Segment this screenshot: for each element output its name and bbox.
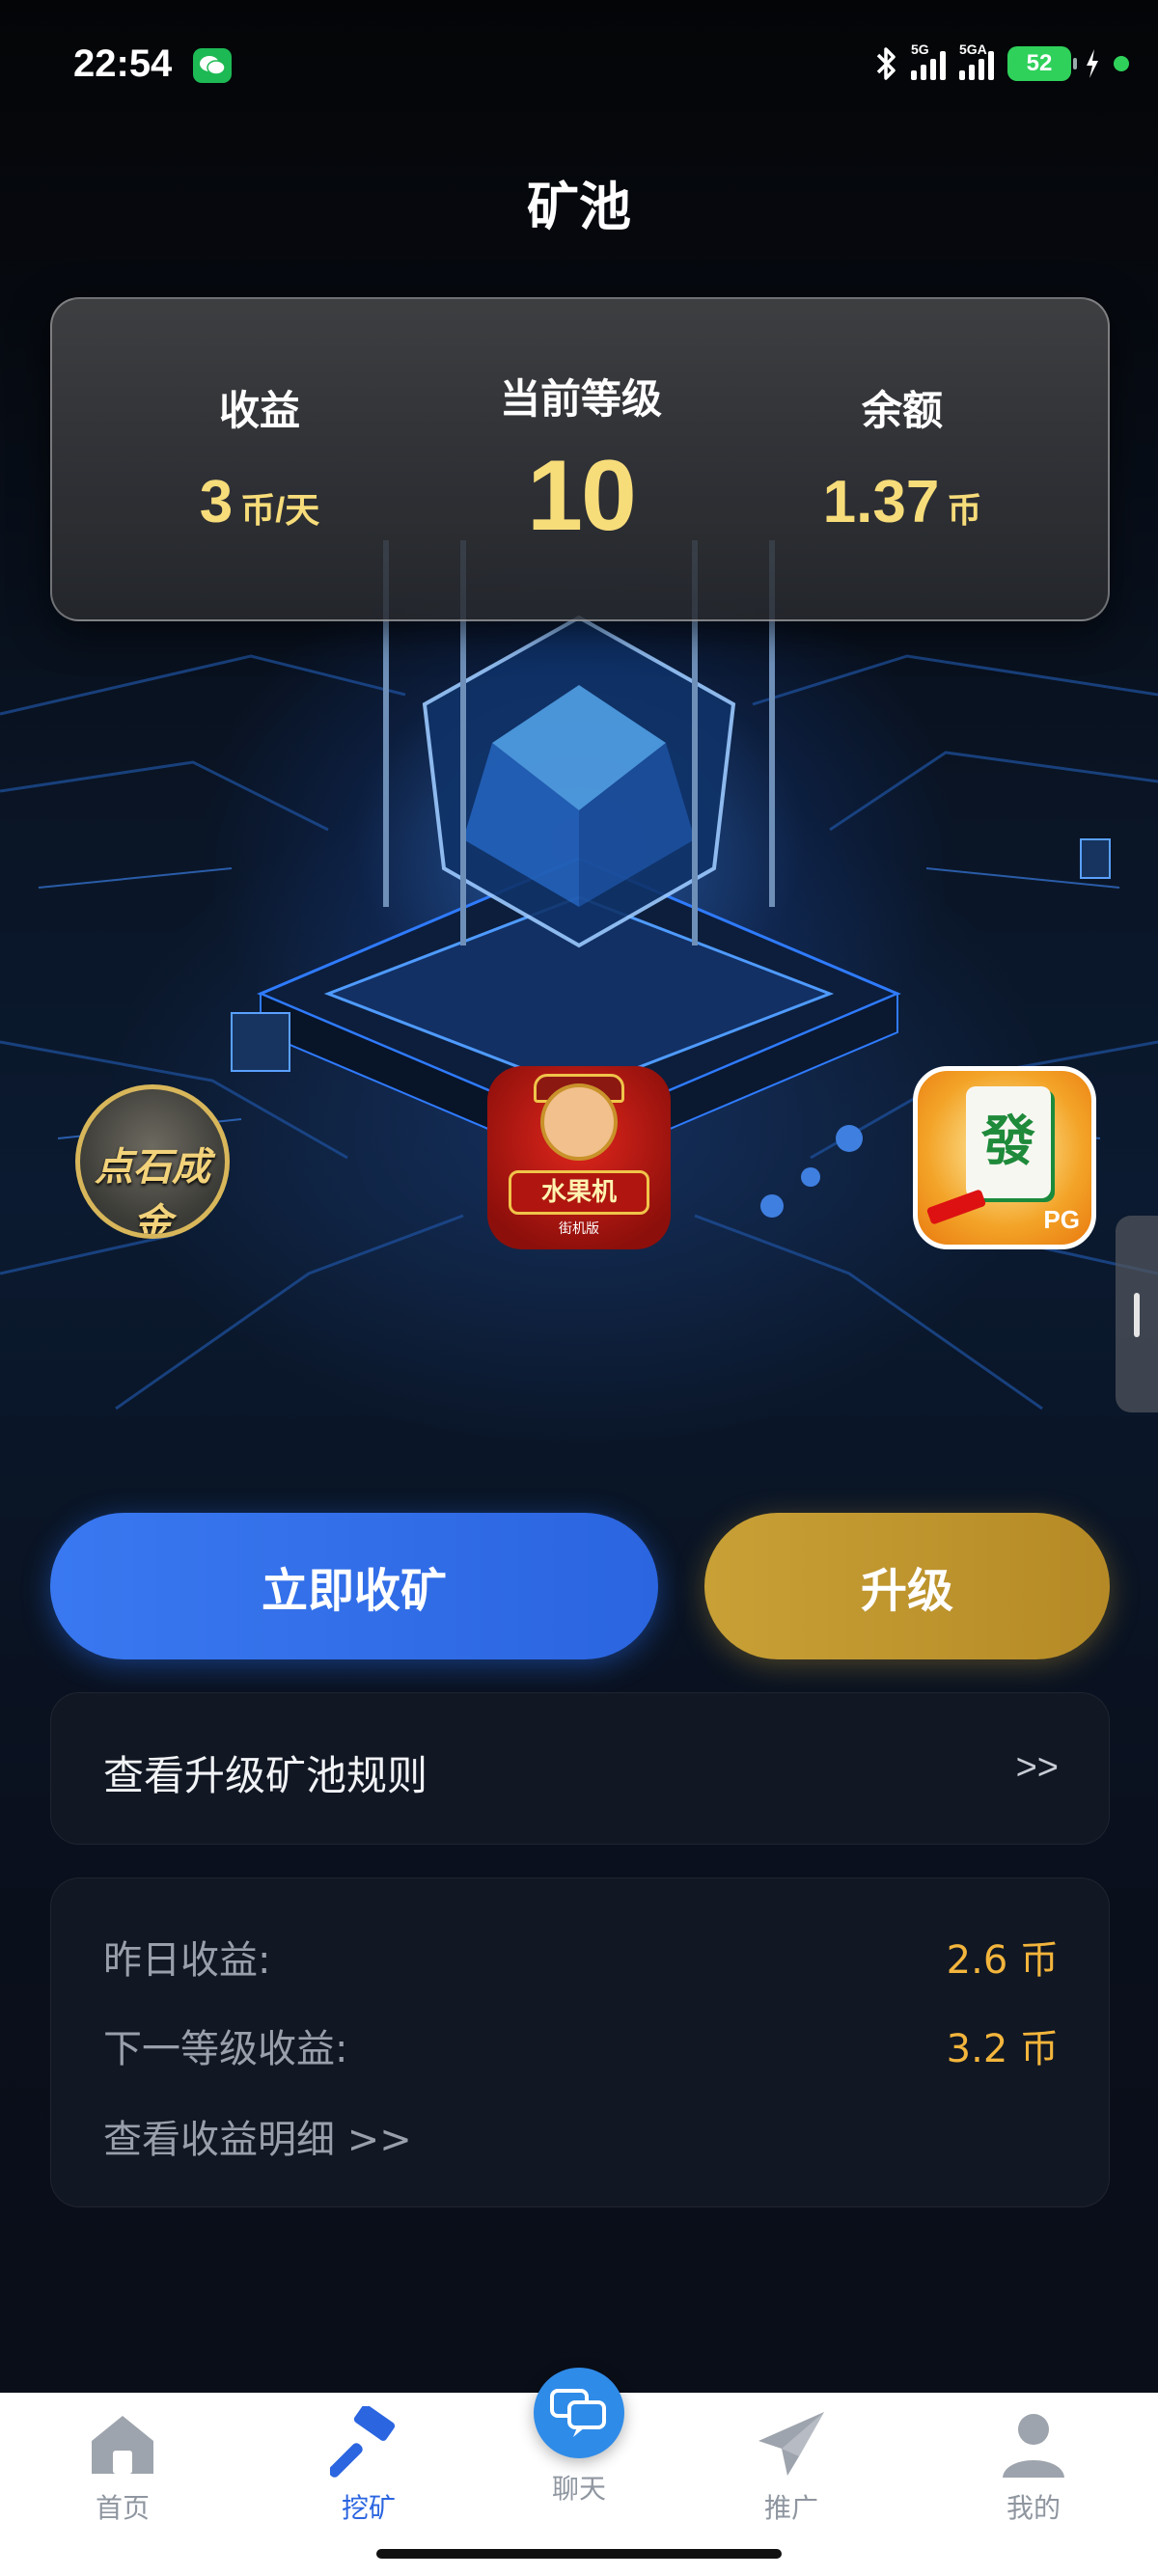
- income-value: 3: [199, 469, 234, 535]
- mining-rig-illustration: [0, 540, 1158, 1411]
- charging-icon: [1087, 49, 1098, 78]
- double-chevron-right-icon: >>: [1015, 1747, 1059, 1788]
- next-level-earnings-label: 下一等级收益:: [103, 2027, 348, 2071]
- paper-plane-icon: [758, 2412, 824, 2476]
- clock: 22:54: [73, 42, 173, 85]
- earnings-card: 昨日收益: 2.6 币 下一等级收益: 3.2 币 查看收益明细 >>: [50, 1877, 1110, 2207]
- yesterday-earnings-value: 2.6 币: [946, 1938, 1059, 1983]
- nav-mining-label: 挖矿: [341, 2492, 396, 2524]
- game-icon-mahjong-pg[interactable]: 發 PG: [913, 1066, 1096, 1249]
- level-label: 当前等级: [499, 375, 662, 423]
- hammer-icon: [330, 2406, 396, 2478]
- yesterday-earnings-row: 昨日收益: 2.6 币: [103, 1929, 1059, 1987]
- level-stat: 当前等级 10: [417, 299, 745, 554]
- level-value: 10: [527, 440, 637, 552]
- status-bar: 22:54 5G 5GA 52: [0, 0, 1158, 135]
- chat-icon: [534, 2368, 624, 2458]
- page-title: 矿池: [527, 177, 631, 237]
- balance-stat: 余额 1.37 币: [738, 299, 1066, 536]
- game-icon-fruit-machine[interactable]: 水果机 街机版: [487, 1066, 671, 1249]
- home-icon: [92, 2416, 153, 2474]
- signal-5ga-icon: 5GA: [959, 41, 994, 80]
- nav-me[interactable]: 我的: [956, 2406, 1111, 2526]
- nav-promote[interactable]: 推广: [714, 2406, 868, 2526]
- income-label: 收益: [218, 387, 300, 434]
- indicator-dot: [1114, 56, 1129, 71]
- next-level-earnings-row: 下一等级收益: 3.2 币: [103, 2017, 1059, 2075]
- home-indicator: [376, 2549, 782, 2559]
- yesterday-earnings-label: 昨日收益:: [103, 1938, 271, 1983]
- wechat-icon: [193, 48, 232, 83]
- game-icon-dianshichengjin[interactable]: 点石成金: [75, 1084, 230, 1239]
- signal-5g-icon: 5G: [911, 41, 946, 80]
- balance-label: 余额: [861, 387, 943, 434]
- upgrade-rules-label: 查看升级矿池规则: [103, 1752, 428, 1799]
- mascot-face: [540, 1083, 618, 1161]
- upgrade-button[interactable]: 升级: [704, 1513, 1110, 1659]
- nav-mining[interactable]: 挖矿: [291, 2406, 446, 2526]
- nav-me-label: 我的: [1006, 2492, 1061, 2524]
- bluetooth-icon: [876, 47, 896, 80]
- nav-chat[interactable]: 聊天: [502, 2368, 656, 2507]
- balance-unit: 币: [947, 490, 982, 530]
- nav-chat-label: 聊天: [551, 2473, 606, 2505]
- floating-side-handle[interactable]: [1116, 1216, 1158, 1412]
- balance-value: 1.37: [822, 469, 940, 535]
- income-stat: 收益 3 币/天: [96, 299, 424, 536]
- nav-home-label: 首页: [95, 2492, 150, 2524]
- user-icon: [1003, 2414, 1064, 2478]
- next-level-earnings-value: 3.2 币: [946, 2027, 1059, 2071]
- nav-home[interactable]: 首页: [45, 2406, 200, 2526]
- stats-card: 收益 3 币/天 当前等级 10 余额 1.37 币: [50, 297, 1110, 621]
- battery-icon: 52: [1007, 46, 1077, 81]
- earnings-detail-link[interactable]: 查看收益明细 >>: [103, 2108, 412, 2164]
- collect-now-button[interactable]: 立即收矿: [50, 1513, 658, 1659]
- upgrade-rules-link[interactable]: 查看升级矿池规则 >>: [50, 1692, 1110, 1845]
- income-unit: 币/天: [240, 490, 320, 530]
- nav-promote-label: 推广: [763, 2492, 818, 2524]
